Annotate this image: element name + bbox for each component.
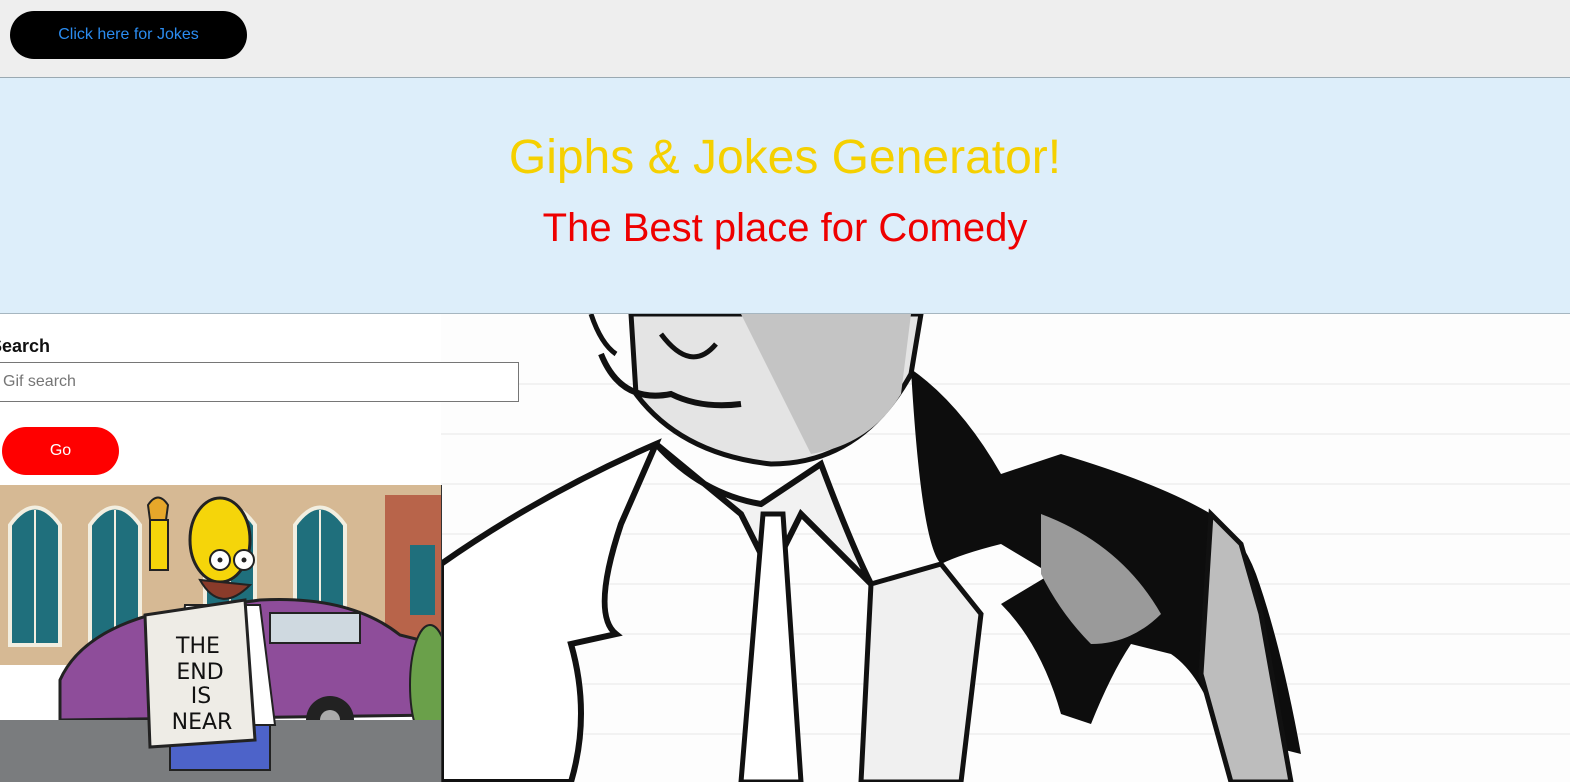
hero-banner: Giphs & Jokes Generator! The Best place …	[0, 78, 1570, 314]
jokes-button[interactable]: Click here for Jokes	[10, 11, 247, 59]
svg-text:IS: IS	[191, 684, 211, 709]
sign-text: THE	[175, 634, 220, 659]
search-input[interactable]	[0, 362, 519, 402]
meme-illustration	[438, 314, 1570, 782]
gif-result-image: THE END IS NEAR	[0, 485, 442, 782]
svg-text:NEAR: NEAR	[172, 710, 233, 735]
svg-text:END: END	[176, 660, 223, 685]
page-title: Giphs & Jokes Generator!	[508, 131, 1062, 184]
background-meme-image	[438, 314, 1570, 782]
main-content: Search Go	[0, 314, 1570, 782]
go-button[interactable]: Go	[2, 427, 119, 475]
top-bar: Click here for Jokes	[0, 0, 1570, 78]
page-subtitle: The Best place for Comedy	[542, 206, 1028, 250]
gif-illustration: THE END IS NEAR	[0, 485, 441, 782]
search-label: Search	[0, 336, 51, 356]
